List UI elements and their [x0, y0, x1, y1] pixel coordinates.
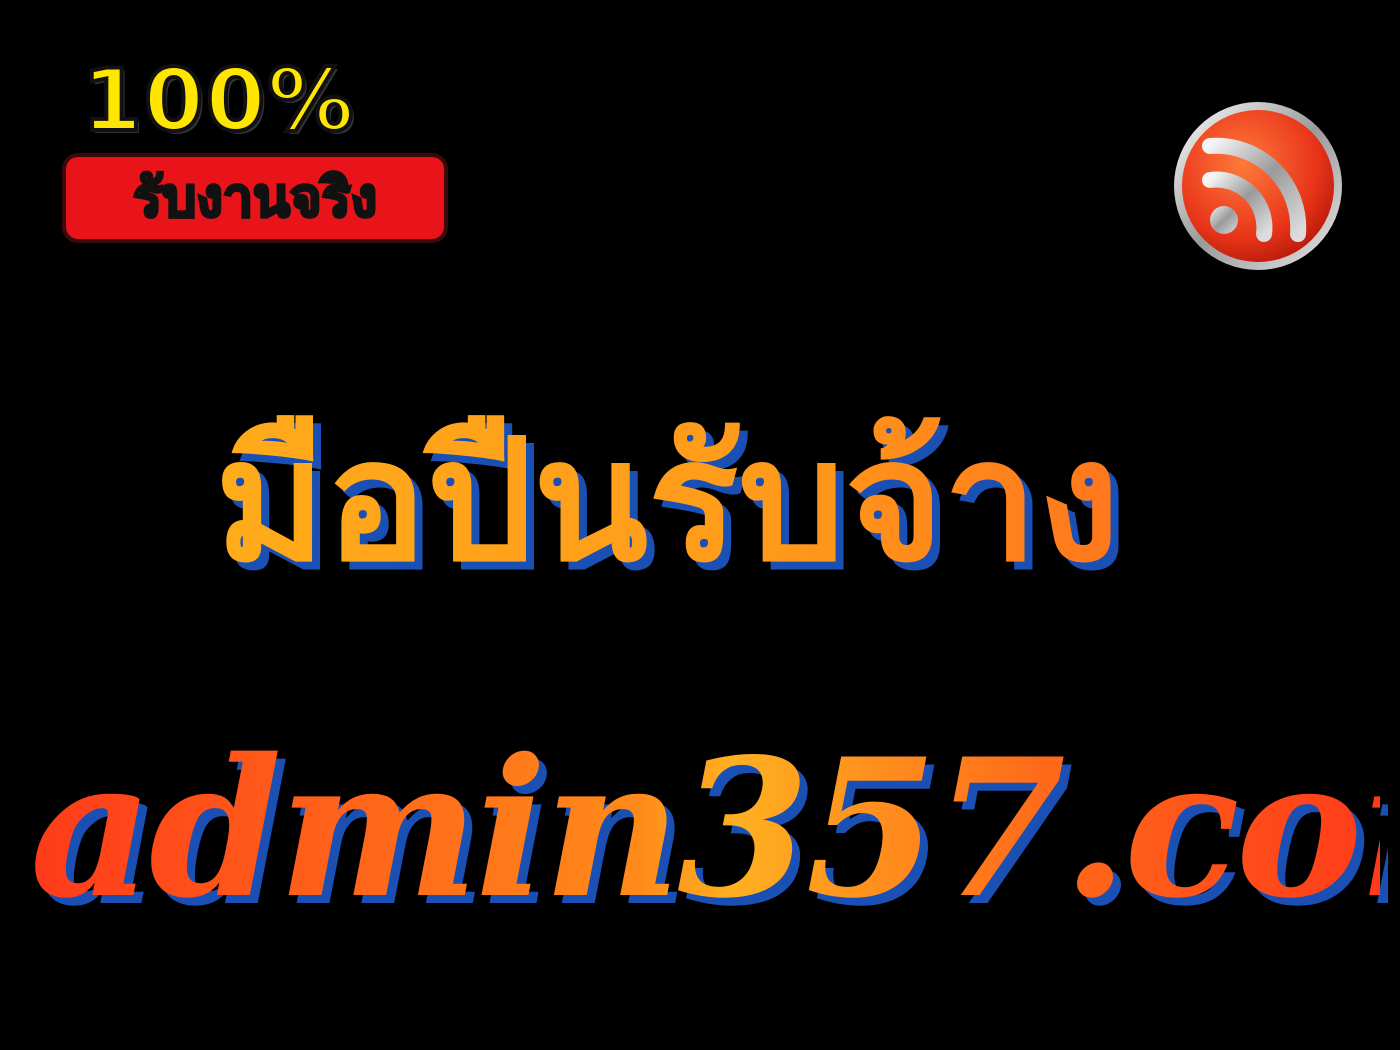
headline: มือปืนรับจ้าง: [0, 400, 1400, 602]
website-url: admin357.com: [30, 719, 1400, 939]
guarantee-badge: 100% รับงานจริง: [62, 51, 462, 248]
badge-pill: รับงานจริง: [62, 153, 448, 243]
badge-label: รับงานจริง: [132, 166, 379, 229]
badge-percent: 100%: [80, 51, 356, 151]
rss-feed-icon[interactable]: [1170, 98, 1346, 274]
promo-banner: 100% รับงานจริง มือปืนรับจ้าง admin357.c…: [0, 0, 1400, 1050]
